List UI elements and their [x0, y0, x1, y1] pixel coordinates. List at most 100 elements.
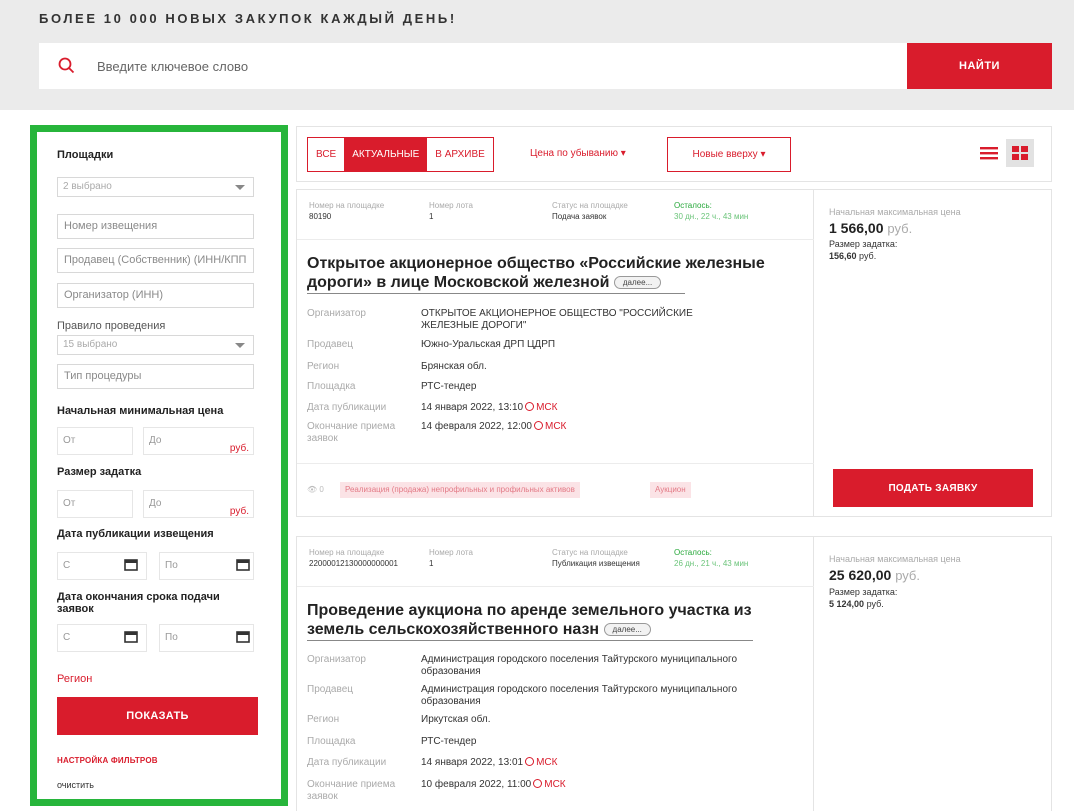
calendar-icon[interactable] [236, 558, 250, 571]
prop-label-deadline: Окончание приема заявок [307, 779, 396, 802]
prop-label-deadline: Окончание приема заявок [307, 421, 396, 444]
list-view-icon[interactable] [976, 139, 1002, 167]
prop-value-platform: РТС-тендер [421, 381, 477, 392]
lot-price-panel: Начальная максимальная цена 25 620,00 ру… [815, 537, 1051, 811]
prop-label-pub-date: Дата публикации [307, 757, 387, 768]
price-label: Начальная максимальная цена [829, 207, 961, 217]
min-price-to[interactable]: До руб. [143, 427, 254, 455]
deposit-label: Размер задатка: [829, 239, 898, 249]
search-button[interactable]: НАЙТИ [907, 43, 1052, 89]
prop-value-region: Брянская обл. [421, 361, 487, 372]
prop-value-seller: Южно-Уральская ДРП ЦДРП [421, 339, 556, 350]
pub-date-to[interactable]: По [159, 552, 254, 580]
price-label: Начальная максимальная цена [829, 554, 961, 564]
calendar-icon[interactable] [124, 558, 138, 571]
calendar-icon[interactable] [124, 630, 138, 643]
search-box [39, 43, 907, 89]
deposit-range: От До руб. [57, 490, 254, 518]
min-price-title: Начальная минимальная цена [57, 405, 224, 417]
meta-platform-number: Номер на площадке 80190 [309, 201, 385, 221]
meta-status: Статус на площадке Публикация извещения [552, 548, 640, 568]
rule-selected: 15 выбрано [63, 339, 118, 350]
deposit-label: Размер задатка: [829, 587, 898, 597]
lot-title[interactable]: Проведение аукциона по аренде земельного… [307, 601, 787, 639]
meta-time-left: Осталось: 26 дн., 21 ч., 43 мин [674, 548, 749, 568]
prop-value-pub-date: 14 января 2022, 13:01 МСК [421, 757, 558, 768]
timezone-label: МСК [544, 779, 566, 790]
prop-label-organizer: Организатор [307, 308, 366, 319]
prop-label-pub-date: Дата публикации [307, 402, 387, 413]
price-value: 25 620,00 руб. [829, 567, 920, 583]
tag-procedure[interactable]: Аукцион [650, 482, 691, 498]
filter-settings-link[interactable]: НАСТРОЙКА ФИЛЬТРОВ [57, 756, 158, 765]
prop-value-deadline: 14 февраля 2022, 12:00 МСК [421, 421, 567, 432]
lot-title[interactable]: Открытое акционерное общество «Российски… [307, 254, 787, 292]
clock-icon [533, 421, 543, 430]
deadline-to-placeholder: По [165, 632, 178, 643]
lot-main: Номер на площадке 22000012130000000001 Н… [297, 537, 814, 811]
prop-value-region: Иркутская обл. [421, 714, 491, 725]
deposit-from[interactable]: От [57, 490, 133, 518]
clock-icon [533, 779, 543, 788]
meta-time-left: Осталось: 30 дн., 22 ч., 43 мин [674, 201, 749, 221]
apply-button[interactable]: ПОДАТЬ ЗАЯВКУ [833, 469, 1033, 507]
tab-archive[interactable]: В АРХИВЕ [427, 138, 493, 171]
results-toolbar: ВСЕ АКТУАЛЬНЫЕ В АРХИВЕ Цена по убыванию… [296, 126, 1052, 182]
pub-date-from[interactable]: С [57, 552, 147, 580]
timezone-label: МСК [544, 421, 567, 432]
show-button[interactable]: ПОКАЗАТЬ [57, 697, 258, 735]
sort-price-dropdown[interactable]: Цена по убыванию ▾ [530, 148, 626, 159]
prop-value-platform: РТС-тендер [421, 736, 477, 747]
grid-view-icon[interactable] [1006, 139, 1034, 167]
deposit-title: Размер задатка [57, 466, 142, 478]
pub-date-to-placeholder: По [165, 560, 178, 571]
deadline-title: Дата окончания срока подачи заявок [57, 591, 220, 615]
deadline-to[interactable]: По [159, 624, 254, 652]
notice-number-input[interactable]: Номер извещения [57, 214, 254, 239]
calendar-icon[interactable] [236, 630, 250, 643]
search-input[interactable] [97, 43, 887, 89]
deadline-from-placeholder: С [63, 632, 71, 643]
chevron-down-icon [235, 185, 245, 190]
deposit-value: 156,60 руб. [829, 251, 877, 261]
pub-date-range: С По [57, 552, 254, 580]
organizer-input[interactable]: Организатор (ИНН) [57, 283, 254, 308]
platforms-select[interactable]: 2 выбрано [57, 177, 254, 197]
price-value: 1 566,00 руб. [829, 220, 913, 236]
region-link[interactable]: Регион [57, 673, 92, 685]
min-price-range: От До руб. [57, 427, 254, 455]
seller-input[interactable]: Продавец (Собственник) (ИНН/КПП [57, 248, 254, 273]
platforms-title: Площадки [57, 149, 114, 161]
more-button[interactable]: далее... [603, 623, 651, 637]
deposit-to[interactable]: До руб. [143, 490, 254, 518]
clear-filters-link[interactable]: очистить [57, 780, 94, 790]
prop-label-region: Регион [307, 361, 340, 372]
lot-meta: Номер на площадке 22000012130000000001 Н… [297, 537, 814, 587]
clock-icon [525, 757, 535, 766]
meta-platform-number: Номер на площадке 22000012130000000001 [309, 548, 398, 568]
prop-value-seller: Администрация городского поселения Тайту… [421, 684, 738, 707]
rule-label: Правило проведения [57, 320, 166, 332]
tab-all[interactable]: ВСЕ [308, 138, 344, 171]
prop-label-platform: Площадка [307, 736, 356, 747]
min-price-to-placeholder: До [149, 435, 162, 446]
sort-new-dropdown[interactable]: Новые вверху ▾ [667, 137, 791, 172]
pub-date-from-placeholder: С [63, 560, 71, 571]
meta-lot-number: Номер лота 1 [429, 548, 473, 568]
meta-status: Статус на площадке Подача заявок [552, 201, 628, 221]
deadline-from[interactable]: С [57, 624, 147, 652]
lot-tags: 👁 0 Реализация (продажа) непрофильных и … [297, 463, 814, 518]
lot-title-text: Открытое акционерное общество «Российски… [307, 255, 765, 291]
min-price-from[interactable]: От [57, 427, 133, 455]
prop-label-region: Регион [307, 714, 340, 725]
currency-label: руб. [229, 443, 249, 454]
tag-category[interactable]: Реализация (продажа) непрофильных и проф… [340, 482, 580, 498]
status-tabs: ВСЕ АКТУАЛЬНЫЕ В АРХИВЕ [307, 137, 494, 172]
more-button[interactable]: далее... [613, 276, 662, 290]
procedure-type-input[interactable]: Тип процедуры [57, 364, 254, 389]
prop-label-seller: Продавец [307, 684, 353, 695]
lot-main: Номер на площадке 80190 Номер лота 1 Ста… [297, 190, 814, 516]
tab-current[interactable]: АКТУАЛЬНЫЕ [344, 138, 428, 171]
prop-label-organizer: Организатор [307, 654, 366, 665]
rule-select[interactable]: 15 выбрано [57, 335, 254, 355]
